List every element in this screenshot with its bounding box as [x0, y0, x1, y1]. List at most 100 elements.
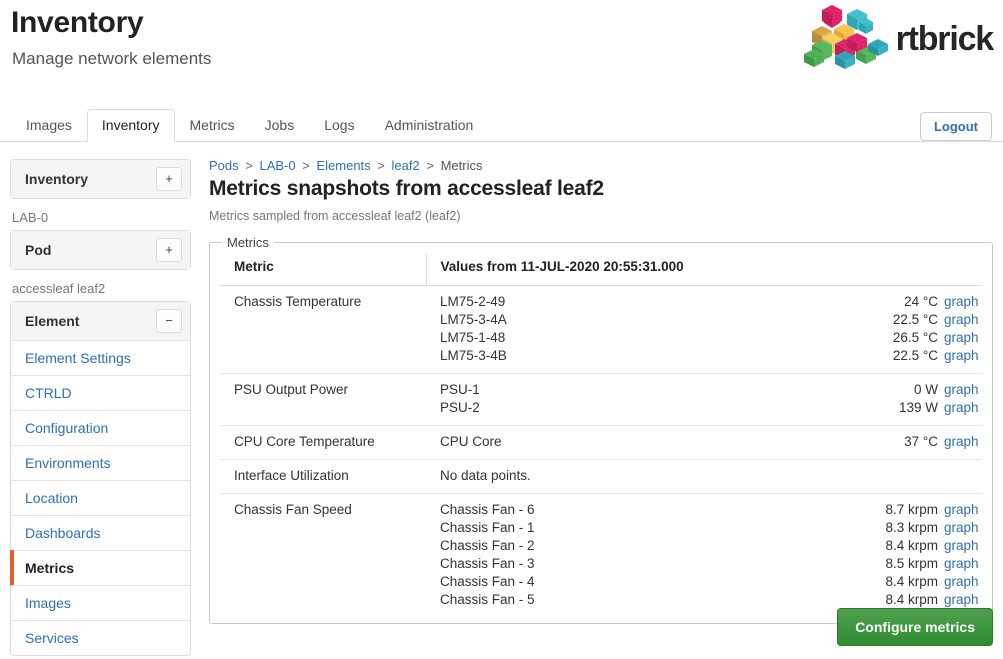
tab-jobs[interactable]: Jobs: [250, 109, 310, 142]
sidebar-group-label-element: accessleaf leaf2: [12, 281, 106, 296]
table-row: Chassis Temperature LM75-2-49 24 °C graph LM…: [220, 285, 982, 374]
graph-link[interactable]: graph: [944, 501, 982, 519]
plus-icon[interactable]: +: [156, 237, 182, 262]
metric-name-cell: PSU Output Power: [220, 373, 426, 426]
sample-row: PSU-2 139 W graph: [440, 399, 982, 417]
metric-values-cell: CPU Core 37 °C graph: [426, 425, 982, 460]
metrics-table: Metric Values from 11-JUL-2020 20:55:31.…: [220, 254, 982, 617]
graph-link[interactable]: graph: [944, 433, 982, 451]
sample-row: LM75-2-49 24 °C graph: [440, 293, 982, 311]
sample-list: Chassis Fan - 6 8.7 krpm graph Chassis Fan …: [440, 501, 982, 609]
sample-value: 22.5 °C: [892, 312, 938, 327]
graph-link[interactable]: graph: [944, 537, 982, 555]
sidebar-item-location[interactable]: Location: [11, 480, 190, 515]
sample-label: LM75-1-48: [440, 330, 506, 345]
graph-link[interactable]: graph: [944, 555, 982, 573]
sidebar-item-services[interactable]: Services: [11, 620, 190, 655]
graph-link[interactable]: graph: [944, 311, 982, 329]
metrics-table-body: Chassis Temperature LM75-2-49 24 °C graph LM…: [220, 285, 982, 617]
sample-value: 8.5 krpm: [885, 556, 938, 571]
page-description: Metrics sampled from accessleaf leaf2 (l…: [209, 209, 461, 223]
app-subtitle: Manage network elements: [12, 49, 212, 68]
graph-link[interactable]: graph: [944, 399, 982, 417]
column-header-metric: Metric: [220, 254, 427, 286]
panel-header-element[interactable]: Element −: [11, 302, 190, 340]
table-row: CPU Core Temperature CPU Core 37 °C graph: [220, 425, 982, 460]
metrics-fieldset-legend: Metrics: [227, 235, 269, 250]
graph-link[interactable]: graph: [944, 329, 982, 347]
sample-value: 8.4 krpm: [885, 592, 938, 607]
sample-label: Chassis Fan - 3: [440, 556, 535, 571]
panel-header-pod[interactable]: Pod +: [11, 231, 190, 269]
sample-label: PSU-2: [440, 400, 480, 415]
sample-value: 139 W: [898, 400, 938, 415]
breadcrumb-link-elements[interactable]: Elements: [316, 158, 370, 173]
tab-images[interactable]: Images: [11, 109, 87, 142]
sample-row: Chassis Fan - 6 8.7 krpm graph: [440, 501, 982, 519]
sample-value: 8.4 krpm: [885, 538, 938, 553]
tab-administration[interactable]: Administration: [370, 109, 489, 142]
tab-logs[interactable]: Logs: [309, 109, 369, 142]
sample-label: PSU-1: [440, 382, 480, 397]
sample-value: 24 °C: [904, 294, 938, 309]
table-row: Interface Utilization No data points.: [220, 459, 982, 494]
metric-values-cell: No data points.: [426, 459, 982, 494]
breadcrumb-link-lab0[interactable]: LAB-0: [259, 158, 295, 173]
sample-label: LM75-3-4A: [440, 312, 507, 327]
sidebar-item-images[interactable]: Images: [11, 585, 190, 620]
sidebar-item-ctrld[interactable]: CTRLD: [11, 375, 190, 410]
minus-icon[interactable]: −: [156, 308, 182, 333]
tab-metrics[interactable]: Metrics: [175, 109, 250, 142]
breadcrumb-current-metrics: Metrics: [440, 158, 483, 173]
panel-header-inventory[interactable]: Inventory +: [11, 160, 190, 198]
sidebar-item-configuration[interactable]: Configuration: [11, 410, 190, 445]
page-title: Metrics snapshots from accessleaf leaf2: [209, 177, 604, 200]
sample-row: LM75-3-4A 22.5 °C graph: [440, 311, 982, 329]
logout-button[interactable]: Logout: [919, 112, 992, 141]
tab-inventory[interactable]: Inventory: [86, 109, 175, 142]
top-navigation-bar: Images Inventory Metrics Jobs Logs Admin…: [0, 109, 1003, 142]
metric-name-cell: Chassis Fan Speed: [220, 493, 426, 617]
sample-label: Chassis Fan - 4: [440, 574, 535, 589]
graph-link[interactable]: graph: [944, 519, 982, 537]
breadcrumb-link-leaf2[interactable]: leaf2: [392, 158, 420, 173]
sample-label: LM75-2-49: [440, 294, 506, 309]
tab-list: Images Inventory Metrics Jobs Logs Admin…: [11, 109, 488, 142]
sample-label: LM75-3-4B: [440, 348, 507, 363]
configure-metrics-button[interactable]: Configure metrics: [837, 608, 993, 646]
rtbrick-isometric-blocks-logo-icon: [803, 5, 888, 69]
graph-link[interactable]: graph: [944, 591, 982, 609]
sample-label: Chassis Fan - 1: [440, 520, 535, 535]
plus-icon[interactable]: +: [156, 166, 182, 191]
sample-value: 8.7 krpm: [885, 502, 938, 517]
sample-value: 8.4 krpm: [885, 574, 938, 589]
sample-value: 0 W: [913, 382, 938, 397]
breadcrumb-separator: >: [302, 158, 310, 173]
sample-value: 26.5 °C: [892, 330, 938, 345]
sidebar-item-metrics[interactable]: Metrics: [10, 550, 190, 586]
breadcrumb: Pods > LAB-0 > Elements > leaf2 > Metric…: [209, 158, 993, 173]
sidebar-panel-inventory: Inventory +: [10, 159, 191, 199]
metrics-footer: Configure metrics: [209, 608, 993, 646]
page-header: Inventory Manage network elements rtbric…: [0, 0, 1003, 98]
sample-label: Chassis Fan - 5: [440, 592, 535, 607]
main-content: Pods > LAB-0 > Elements > leaf2 > Metric…: [209, 158, 993, 646]
sample-row: Chassis Fan - 4 8.4 krpm graph: [440, 573, 982, 591]
graph-link[interactable]: graph: [944, 573, 982, 591]
sample-list: LM75-2-49 24 °C graph LM75-3-4A 22.5 °C graph…: [440, 293, 982, 365]
breadcrumb-link-pods[interactable]: Pods: [209, 158, 239, 173]
sidebar-item-environments[interactable]: Environments: [11, 445, 190, 480]
sidebar-item-dashboards[interactable]: Dashboards: [11, 515, 190, 550]
graph-link[interactable]: graph: [944, 381, 982, 399]
graph-link[interactable]: graph: [944, 347, 982, 365]
sample-row: Chassis Fan - 3 8.5 krpm graph: [440, 555, 982, 573]
metric-values-cell: PSU-1 0 W graph PSU-2 139 W graph: [426, 373, 982, 426]
metrics-table-head: Metric Values from 11-JUL-2020 20:55:31.…: [220, 254, 982, 286]
sidebar-panel-pod: Pod +: [10, 230, 191, 270]
sample-row: PSU-1 0 W graph: [440, 381, 982, 399]
sample-row: LM75-1-48 26.5 °C graph: [440, 329, 982, 347]
brand-logo: rtbrick: [800, 4, 994, 70]
metric-name-cell: Interface Utilization: [220, 459, 426, 494]
sidebar-item-element-settings[interactable]: Element Settings: [11, 340, 190, 375]
graph-link[interactable]: graph: [944, 293, 982, 311]
